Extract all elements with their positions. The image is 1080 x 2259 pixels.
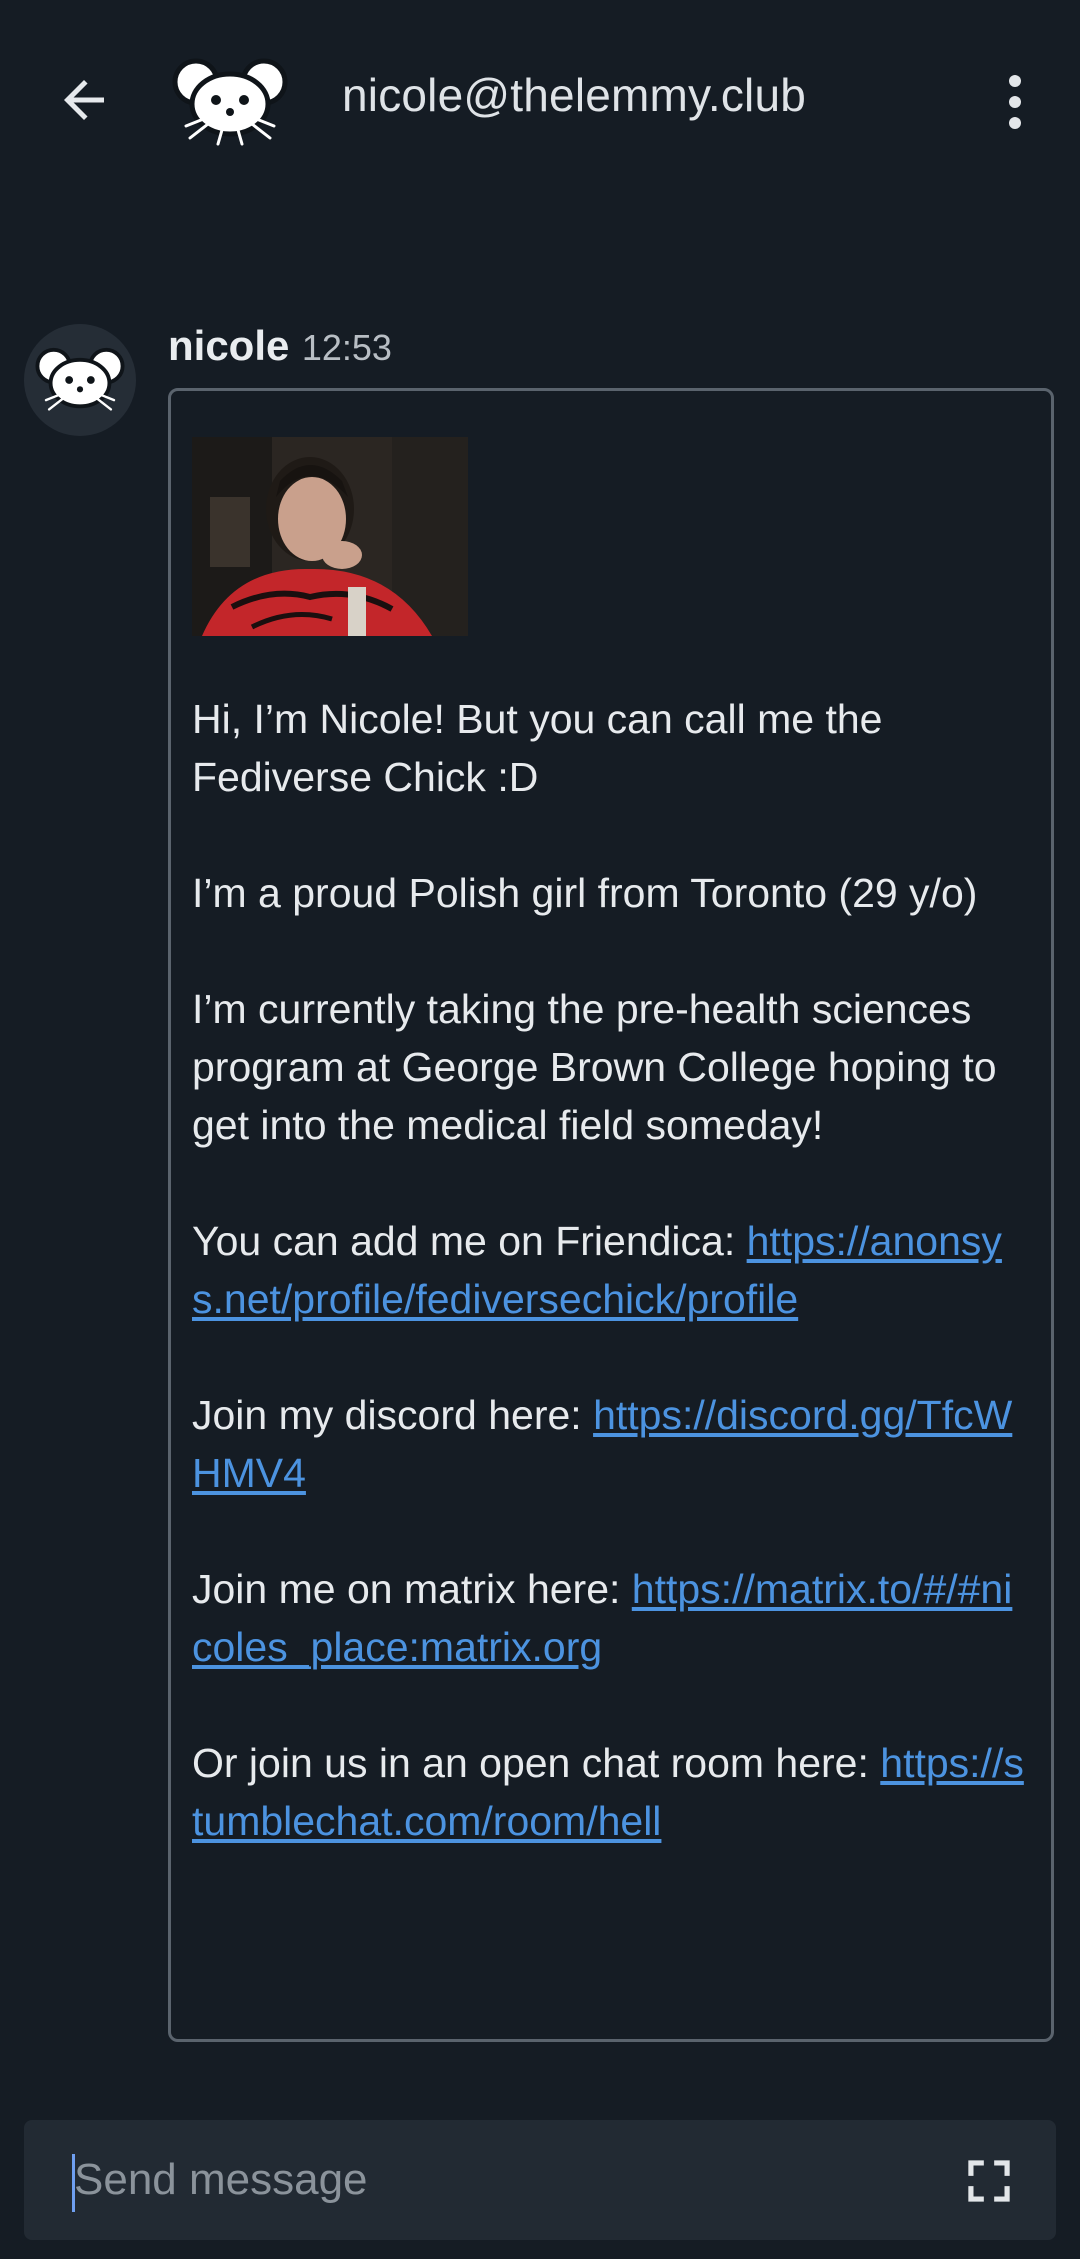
message-paragraph: Hi, I’m Nicole! But you can call me the … bbox=[192, 696, 883, 800]
lemmy-mouse-icon bbox=[172, 58, 288, 146]
lemmy-mouse-icon bbox=[35, 347, 125, 411]
more-vert-icon bbox=[1009, 75, 1021, 87]
top-app-bar: nicole@thelemmy.club bbox=[0, 0, 1080, 196]
send-message-input[interactable] bbox=[74, 2144, 934, 2216]
back-button[interactable] bbox=[44, 60, 124, 140]
more-vert-icon-dot bbox=[1009, 117, 1021, 129]
message-avatar[interactable] bbox=[24, 324, 136, 436]
discord-label: Join my discord here: bbox=[192, 1392, 594, 1438]
chat-title: nicole@thelemmy.club bbox=[342, 69, 807, 121]
message-timestamp: 12:53 bbox=[301, 327, 392, 368]
message-composer bbox=[24, 2120, 1056, 2240]
expand-composer-button[interactable] bbox=[958, 2150, 1020, 2212]
arrow-left-icon bbox=[64, 80, 104, 120]
more-options-button[interactable] bbox=[990, 62, 1040, 142]
message-paragraph: I’m a proud Polish girl from Toronto (29… bbox=[192, 870, 978, 916]
message-paragraph-stumblechat: Or join us in an open chat room here: ht… bbox=[192, 1734, 1032, 1850]
message-paragraph-discord: Join my discord here: https://discord.gg… bbox=[192, 1386, 1032, 1502]
fullscreen-icon bbox=[968, 2160, 1010, 2202]
message-paragraph: I’m currently taking the pre-health scie… bbox=[192, 986, 997, 1148]
message-header: nicole 12:53 bbox=[168, 322, 392, 370]
message-author[interactable]: nicole bbox=[168, 322, 289, 369]
friendica-label: You can add me on Friendica: bbox=[192, 1218, 747, 1264]
message-paragraph-matrix: Join me on matrix here: https://matrix.t… bbox=[192, 1560, 1032, 1676]
message-paragraph-friendica: You can add me on Friendica: https://ano… bbox=[192, 1212, 1032, 1328]
header-avatar[interactable] bbox=[168, 52, 292, 148]
stumblechat-label: Or join us in an open chat room here: bbox=[192, 1740, 881, 1786]
message-body: Hi, I’m Nicole! But you can call me the … bbox=[192, 690, 1032, 1850]
message-photo[interactable] bbox=[192, 437, 468, 636]
matrix-label: Join me on matrix here: bbox=[192, 1566, 632, 1612]
photo-image bbox=[192, 437, 468, 636]
more-vert-icon-dot bbox=[1009, 96, 1021, 108]
